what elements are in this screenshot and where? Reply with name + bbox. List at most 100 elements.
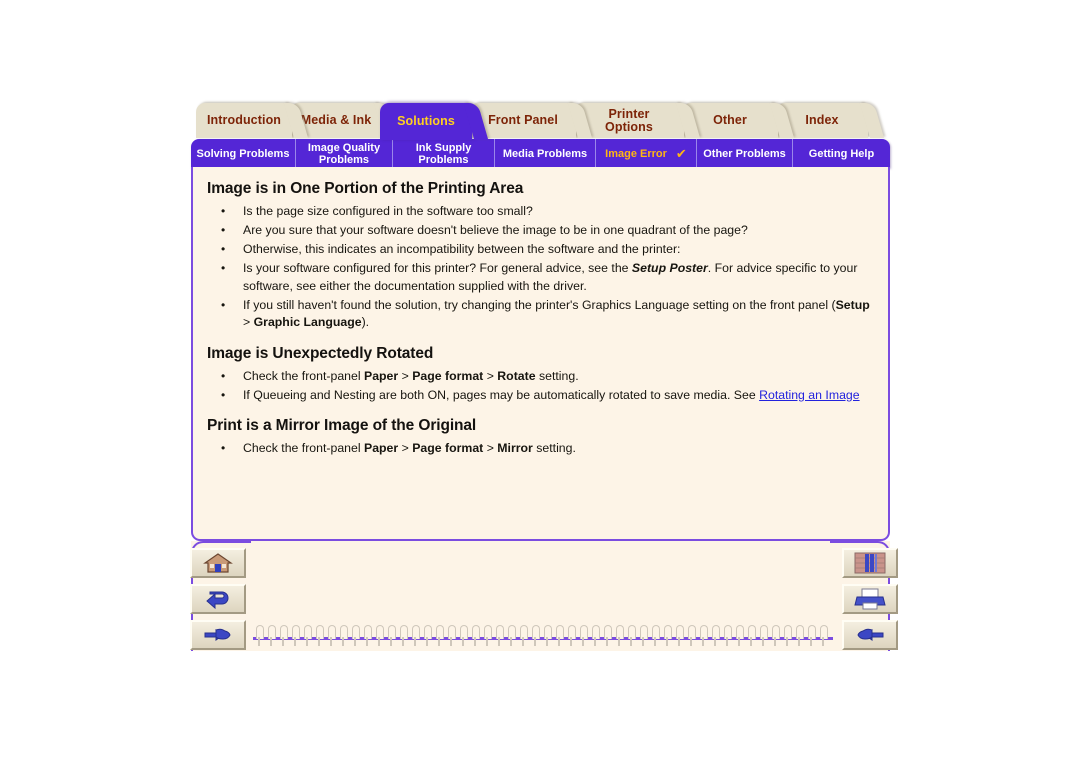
binding-ring [807,625,816,646]
binding-ring-stem [606,637,608,646]
subtab-label: Media Problems [502,147,588,160]
subtab-media-problems[interactable]: Media Problems [495,139,596,168]
bold-italic-term: Setup Poster [631,261,708,275]
tab-introduction[interactable]: Introduction [196,103,309,138]
text-run: Otherwise, this indicates an incompatibi… [243,242,681,256]
bullet-marker: • [221,387,226,402]
binding-ring-stem [342,637,344,646]
binding-ring-stem [738,637,740,646]
binding-ring [567,625,576,646]
binding-ring [627,625,636,646]
subtab-image-quality-problems[interactable]: Image Quality Problems [296,139,393,168]
bold-term: Page format [412,441,484,455]
text-run: > [398,441,413,455]
nav-buttons-left [190,548,246,656]
binding-ring [291,625,300,646]
binding-ring-stem [390,637,392,646]
binding-ring-stem [522,637,524,646]
section-heading: Print is a Mirror Image of the Original [207,417,477,434]
binding-ring [819,625,828,646]
text-run: > [243,315,254,329]
binding-ring [435,625,444,646]
binding-ring-stem [642,637,644,646]
subtab-label: Ink Supply Problems [415,141,472,166]
binding-ring-stem [714,637,716,646]
binding-ring-stem [258,637,260,646]
binding-ring [519,625,528,646]
primary-tab-bar: Introduction Media & Ink Solutions Front Pa… [190,103,890,140]
binding-ring [279,625,288,646]
binding-ring [327,625,336,646]
text-run: If you still haven't found the solution,… [243,297,836,312]
bookshelf-icon [854,552,886,574]
binding-ring [531,625,540,646]
nav-button-hand-left[interactable] [842,620,898,650]
tab-label: Introduction [206,113,282,127]
binding-ring [543,625,552,646]
text-run: ). [361,315,370,329]
binding-ring [687,625,696,646]
section-heading: Image is Unexpectedly Rotated [207,344,434,362]
bullet-marker: • [221,204,226,218]
bold-term: Setup [835,297,870,312]
tab-skew-edge [859,103,885,138]
binding-ring [699,625,708,646]
binding-ring [267,625,276,646]
subtab-solving-problems[interactable]: Solving Problems [191,139,296,168]
binding-ring-stem [750,637,752,646]
binding-ring-stem [378,637,380,646]
bold-term: Paper [364,441,399,455]
binding-ring [399,625,408,646]
binding-ring-stem [366,637,368,646]
binding-ring-stem [570,637,572,646]
binding-ring [675,625,684,646]
binding-ring-stem [306,637,308,646]
binding-ring-stem [690,637,692,646]
subtab-other-problems[interactable]: Other Problems [697,139,793,168]
binding-ring [255,625,264,646]
binding-ring [315,625,324,646]
nav-button-hand-right[interactable] [190,620,246,650]
bullet-marker: • [221,261,226,275]
bullet-list: • Check the front-panel Paper > Page form… [207,440,874,458]
binding-ring [471,625,480,646]
bullet-marker: • [221,441,226,455]
binding-ring [483,625,492,646]
text-run: Check the front-panel [243,368,364,383]
binding-ring-stem [402,637,404,646]
hand-right-icon [204,628,231,641]
nav-buttons-right [842,548,898,656]
content-panel: Image is in One Portion of the Printing … [191,167,890,541]
text-run: setting. [532,441,576,455]
nav-button-home[interactable] [190,548,246,578]
bullet-item: • Check the front-panel Paper > Page form… [207,440,874,458]
nav-button-printer[interactable] [842,584,898,614]
nav-button-bookshelf[interactable] [842,548,898,578]
bold-term: Paper [364,368,399,383]
bullet-item: • If Queueing and Nesting are both ON, pa… [207,387,874,405]
guide-page: Introduction Media & Ink Solutions Front Pa… [0,0,1080,763]
section-heading: Image is in One Portion of the Printing … [207,180,524,197]
subtab-image-error[interactable]: Image Error ✔ [596,139,697,168]
bullet-list: • Check the front-panel Paper > Page form… [207,368,874,405]
binding-ring-stem [330,637,332,646]
binding-ring-stem [618,637,620,646]
binding-ring-stem [462,637,464,646]
subtab-getting-help[interactable]: Getting Help [793,139,890,168]
nav-button-back-arrow[interactable] [190,584,246,614]
tab-solutions[interactable]: Solutions [380,103,489,140]
spiral-binding [255,625,831,651]
bullet-item: • If you still haven't found the solution… [207,297,874,332]
bullet-list: • Is the page size configured in the soft… [207,203,874,332]
text-run: setting. [535,368,579,383]
binding-ring [495,625,504,646]
binding-ring [723,625,732,646]
binding-ring [507,625,516,646]
binding-ring-stem [474,637,476,646]
bullet-marker: • [221,297,226,312]
bullet-item: • Otherwise, this indicates an incompatib… [207,241,874,259]
binding-ring [615,625,624,646]
bullet-marker: • [221,368,226,383]
subtab-ink-supply-problems[interactable]: Ink Supply Problems [393,139,495,168]
cross-reference-link[interactable]: Rotating an Image [759,388,860,402]
